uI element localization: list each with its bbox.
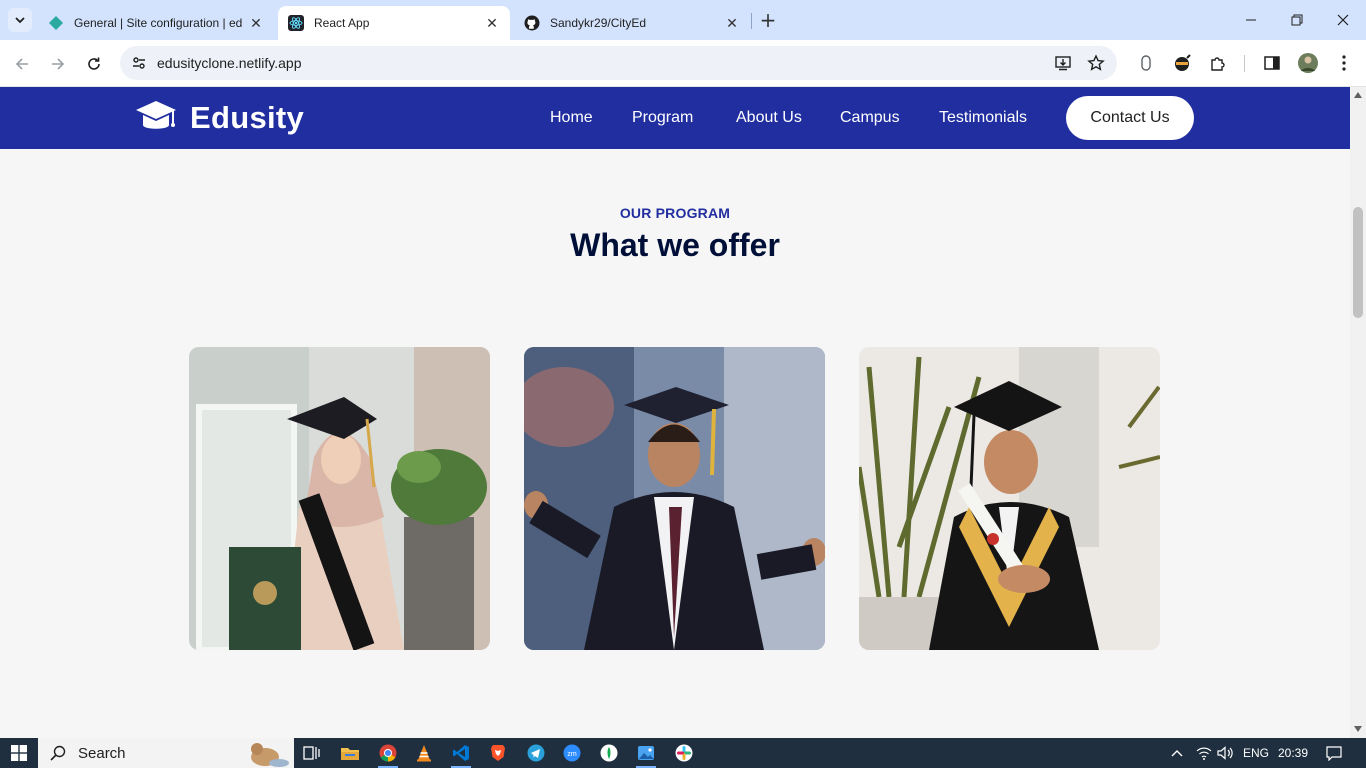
volume-icon[interactable] [1215, 738, 1235, 768]
section-subtitle: OUR PROGRAM [619, 205, 731, 221]
search-icon [50, 745, 66, 761]
extension-ninja-icon[interactable] [1170, 51, 1194, 75]
clock-time[interactable]: 20:39 [1276, 738, 1310, 768]
vlc-icon[interactable] [410, 741, 438, 765]
scroll-up-icon[interactable] [1354, 91, 1362, 99]
task-view-icon[interactable] [298, 741, 326, 765]
close-tab-icon[interactable]: ✕ [484, 15, 500, 31]
telegram-icon[interactable] [522, 741, 550, 765]
extension-capsule-icon[interactable] [1134, 51, 1158, 75]
reload-button[interactable] [80, 50, 108, 78]
tab-title: General | Site configuration | ed [74, 16, 243, 30]
svg-text:zm: zm [567, 751, 577, 758]
taskbar-search-box[interactable]: Search [38, 738, 294, 768]
address-bar[interactable]: edusityclone.netlify.app [120, 46, 1117, 80]
nav-home[interactable]: Home [550, 109, 593, 127]
graduation-cap-icon [136, 101, 176, 129]
browser-menu-icon[interactable] [1332, 51, 1356, 75]
brave-icon[interactable] [484, 741, 512, 765]
arrow-left-icon [15, 58, 28, 70]
program-card-3[interactable] [859, 347, 1160, 650]
extensions-puzzle-icon[interactable] [1206, 51, 1230, 75]
tab-title: React App [314, 16, 370, 30]
notifications-icon[interactable] [1320, 738, 1348, 768]
nav-campus[interactable]: Campus [840, 109, 900, 127]
language-indicator[interactable]: ENG [1240, 738, 1272, 768]
react-icon [288, 15, 304, 31]
vscode-icon[interactable] [447, 741, 475, 768]
forward-button[interactable] [44, 50, 72, 78]
minimize-icon [1246, 19, 1256, 21]
section-title: What we offer [570, 227, 780, 263]
photos-icon[interactable] [632, 741, 660, 768]
back-button[interactable] [8, 50, 36, 78]
bookmark-star-icon[interactable] [1085, 52, 1107, 74]
new-tab-button[interactable]: + [758, 8, 778, 32]
windows-taskbar: Search zm ENG 20:39 [0, 738, 1366, 768]
wifi-icon[interactable] [1194, 738, 1214, 768]
file-explorer-icon[interactable] [336, 741, 364, 765]
minimize-button[interactable] [1228, 0, 1274, 40]
graduate-man-diploma-photo [859, 347, 1160, 650]
toolbar-separator [1244, 55, 1245, 72]
program-card-2[interactable] [524, 347, 825, 650]
github-icon [524, 15, 540, 31]
graduate-man-waving-photo [524, 347, 825, 650]
profile-avatar[interactable] [1296, 51, 1320, 75]
search-placeholder: Search [78, 744, 126, 762]
contact-us-button[interactable]: Contact Us [1066, 96, 1194, 140]
chrome-icon[interactable] [374, 741, 402, 768]
nav-program[interactable]: Program [632, 109, 693, 127]
site-logo[interactable]: Edusity [134, 99, 304, 137]
browser-toolbar: edusityclone.netlify.app [0, 40, 1366, 87]
slack-icon[interactable] [670, 741, 698, 765]
nav-about-us[interactable]: About Us [736, 109, 802, 127]
search-highlight-image [251, 743, 289, 767]
program-card-1[interactable] [189, 347, 490, 650]
reload-icon [88, 57, 100, 70]
logo-text: Edusity [190, 100, 305, 135]
scrollbar-thumb[interactable] [1353, 207, 1363, 318]
page-viewport: Edusity Home Program About Us Campus Tes… [0, 87, 1350, 738]
side-panel-icon[interactable] [1260, 51, 1284, 75]
start-button[interactable] [0, 738, 38, 768]
close-icon [1337, 14, 1349, 26]
scroll-down-icon[interactable] [1354, 725, 1362, 733]
page-scrollbar[interactable] [1350, 87, 1366, 738]
windows-logo-icon [11, 745, 27, 761]
graduate-woman-hijab-photo [189, 347, 490, 650]
close-tab-icon[interactable]: ✕ [724, 15, 740, 31]
zoom-icon[interactable]: zm [558, 741, 586, 765]
tab-search-button[interactable] [8, 8, 32, 32]
site-info-icon[interactable] [128, 52, 150, 74]
close-tab-icon[interactable]: ✕ [248, 15, 264, 31]
browser-tab-strip: General | Site configuration | ed ✕ Reac… [0, 0, 1366, 40]
arrow-right-icon [52, 58, 65, 70]
url-text: edusityclone.netlify.app [157, 55, 302, 71]
tab-react-app[interactable]: React App ✕ [278, 6, 510, 40]
nav-testimonials[interactable]: Testimonials [939, 109, 1027, 127]
restore-icon [1291, 14, 1303, 26]
install-app-icon[interactable] [1052, 52, 1074, 74]
close-window-button[interactable] [1320, 0, 1366, 40]
netlify-diamond-icon [48, 15, 64, 31]
chevron-down-icon [15, 17, 25, 24]
show-hidden-icons-chevron-icon[interactable] [1166, 738, 1188, 768]
tab-separator [751, 13, 752, 29]
restore-button[interactable] [1274, 0, 1320, 40]
tab-site-configuration[interactable]: General | Site configuration | ed ✕ [38, 6, 274, 40]
tab-github-cityed[interactable]: Sandykr29/CityEd ✕ [514, 6, 750, 40]
mongodb-compass-icon[interactable] [595, 741, 623, 765]
site-navbar: Edusity Home Program About Us Campus Tes… [0, 87, 1350, 149]
tab-title: Sandykr29/CityEd [550, 16, 647, 30]
